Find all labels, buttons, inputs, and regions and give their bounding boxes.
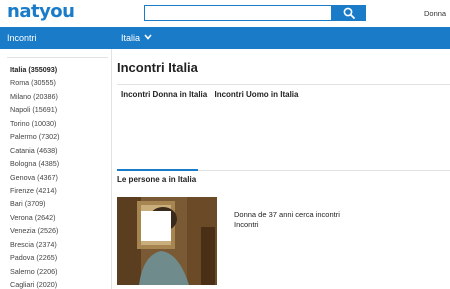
site-logo[interactable]: natyou xyxy=(7,2,75,22)
city-link[interactable]: Roma (30555) xyxy=(10,76,60,89)
profile-photo-image xyxy=(117,197,217,285)
region-label: Italia xyxy=(121,33,141,43)
link-incontri-donna[interactable]: Incontri Donna in Italia xyxy=(121,90,207,99)
category-links: Incontri Donna in Italia Incontri Uomo i… xyxy=(121,90,303,99)
search-input[interactable] xyxy=(144,5,332,21)
main-navbar: Incontri Italia xyxy=(0,27,450,49)
link-incontri-uomo[interactable]: Incontri Uomo in Italia xyxy=(214,90,298,99)
nav-incontri[interactable]: Incontri xyxy=(7,33,37,43)
city-link[interactable]: Firenze (4214) xyxy=(10,184,60,197)
city-link[interactable]: Milano (20386) xyxy=(10,90,60,103)
city-link[interactable]: Catania (4638) xyxy=(10,144,60,157)
title-divider xyxy=(117,84,450,85)
city-link[interactable]: Salerno (2206) xyxy=(10,265,60,278)
sidebar-divider xyxy=(7,57,108,58)
city-link[interactable]: Padova (2265) xyxy=(10,251,60,264)
search-icon xyxy=(343,7,355,19)
region-dropdown[interactable]: Italia xyxy=(121,33,152,43)
section-accent-line xyxy=(117,169,198,171)
profile-photo[interactable] xyxy=(117,197,217,285)
city-link[interactable]: Palermo (7302) xyxy=(10,130,60,143)
city-link[interactable]: Cagliari (2020) xyxy=(10,278,60,289)
city-link[interactable]: Napoli (15691) xyxy=(10,103,60,116)
page-title: Incontri Italia xyxy=(117,60,198,75)
city-link[interactable]: Bari (3709) xyxy=(10,197,60,210)
chevron-down-icon xyxy=(144,34,152,40)
user-gender-link[interactable]: Donna xyxy=(424,9,446,18)
site-header: natyou Donna xyxy=(0,0,450,27)
search-button[interactable] xyxy=(332,5,366,21)
section-divider xyxy=(198,170,450,171)
city-link[interactable]: Italia (355093) xyxy=(10,63,60,76)
city-link[interactable]: Bologna (4385) xyxy=(10,157,60,170)
city-link[interactable]: Verona (2642) xyxy=(10,211,60,224)
section-title: Le persone a in Italia xyxy=(117,175,197,184)
city-list: Italia (355093) Roma (30555) Milano (20386… xyxy=(10,63,60,289)
city-sidebar: Italia (355093) Roma (30555) Milano (20386… xyxy=(0,49,112,289)
city-link[interactable]: Genova (4367) xyxy=(10,171,60,184)
city-link[interactable]: Torino (10030) xyxy=(10,117,60,130)
city-link[interactable]: Venezia (2526) xyxy=(10,224,60,237)
profile-caption[interactable]: Donna de 37 anni cerca incontri Incontri xyxy=(234,210,364,230)
city-link[interactable]: Brescia (2374) xyxy=(10,238,60,251)
